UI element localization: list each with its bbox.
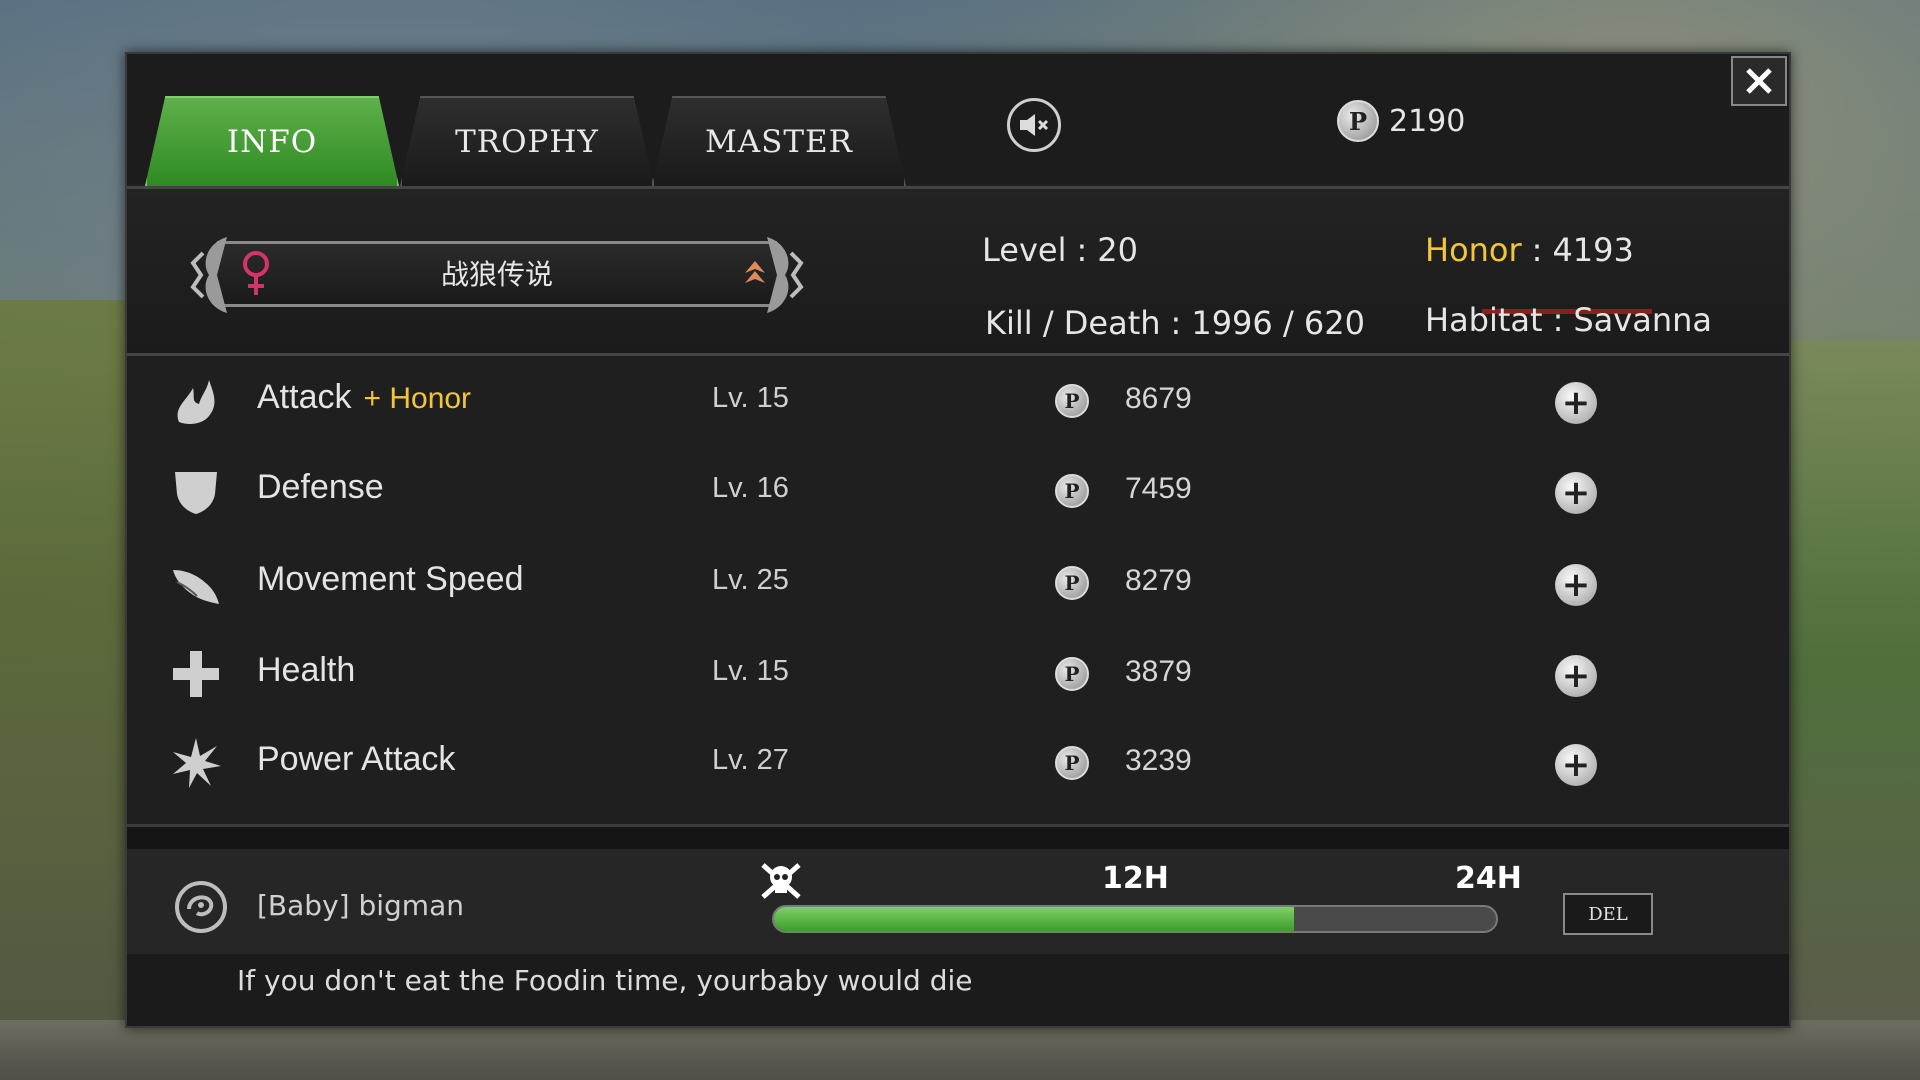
stat-name-text: Health: [257, 651, 356, 689]
name-plate: 战狼传说: [187, 233, 807, 317]
plus-icon: +: [1561, 565, 1591, 605]
p-coin-icon: P: [1055, 566, 1089, 600]
stat-cost: 8279: [1125, 564, 1192, 597]
honor-sep: :: [1531, 231, 1543, 269]
stat-name: Health: [257, 651, 367, 690]
honor-label: Honor: [1425, 231, 1522, 269]
baby-name-text: bigman: [358, 889, 464, 922]
points-value: 2190: [1389, 103, 1466, 139]
kd-label: Kill / Death: [985, 304, 1161, 342]
baby-section: [Baby] bigman 12H 24H DEL: [127, 849, 1789, 954]
honor-value: 4193: [1552, 231, 1634, 269]
p-coin-icon: P: [1337, 100, 1379, 142]
stat-cost: 3879: [1125, 655, 1192, 688]
stat-level: Lv. 15: [712, 655, 789, 687]
baby-icon: [175, 881, 227, 933]
delete-baby-button[interactable]: DEL: [1563, 893, 1653, 935]
player-name: 战狼传说: [440, 258, 553, 291]
stat-cost: 7459: [1125, 472, 1192, 505]
p-coin-icon: P: [1055, 474, 1089, 508]
stat-bonus: + Honor: [363, 382, 472, 415]
stat-row-attack: Attack + Honor Lv. 15 P 8679 +: [127, 356, 1789, 446]
stat-name-text: Movement Speed: [257, 560, 524, 598]
info-panel: INFO TROPHY MASTER P 2190 战狼传说 Level: 2…: [125, 52, 1791, 1028]
stat-level: Lv. 16: [712, 472, 789, 504]
rank-chevron-icon: [745, 261, 765, 283]
honor-stat: Honor:4193: [1425, 231, 1634, 269]
section-gap: [127, 827, 1789, 849]
profile-section: 战狼传说 Level:20 Honor:4193 Kill / Death:19…: [127, 186, 1789, 356]
stat-level: Lv. 27: [712, 744, 789, 776]
stat-row-movement-speed: Movement Speed Lv. 25 P 8279 +: [127, 538, 1789, 628]
habitat-label: Habitat: [1425, 301, 1543, 339]
kill-death-stat: Kill / Death:1996 / 620: [985, 304, 1365, 342]
close-button[interactable]: [1731, 56, 1787, 106]
level-sep: :: [1076, 231, 1088, 269]
plus-icon: +: [1561, 473, 1591, 513]
background-grass-left: [0, 300, 130, 1080]
plus-icon: +: [1561, 656, 1591, 696]
stat-name: Power Attack: [257, 740, 467, 779]
plus-icon: +: [1561, 745, 1591, 785]
hunger-warning-text: If you don't eat the Foodin time, yourba…: [237, 964, 973, 997]
p-coin-icon: P: [1055, 746, 1089, 780]
level-value: 20: [1097, 231, 1138, 269]
stat-cost: 8679: [1125, 382, 1192, 415]
shield-icon: [175, 472, 217, 514]
stat-name: Attack + Honor: [257, 378, 471, 417]
cross-icon: [173, 651, 219, 697]
timer-12h-label: 12H: [1102, 861, 1169, 896]
wing-icon: [173, 570, 219, 604]
stat-row-power-attack: Power Attack Lv. 27 P 3239 +: [127, 718, 1789, 808]
baby-name: [Baby] bigman: [257, 889, 464, 922]
claw-icon: [177, 380, 215, 424]
stat-cost: 3239: [1125, 744, 1192, 777]
upgrade-health-button[interactable]: +: [1555, 655, 1597, 697]
stat-name-text: Attack: [257, 378, 352, 416]
stat-level: Lv. 15: [712, 382, 789, 414]
hunger-progress-fill: [774, 907, 1294, 931]
stat-name-text: Power Attack: [257, 740, 456, 778]
background-grass-right: [1780, 340, 1920, 1080]
level-stat: Level:20: [982, 231, 1138, 269]
stat-name: Defense: [257, 468, 396, 507]
kd-sep: :: [1170, 304, 1182, 342]
upgrade-defense-button[interactable]: +: [1555, 472, 1597, 514]
baby-tag: [Baby]: [257, 889, 350, 922]
upgrade-movement-speed-button[interactable]: +: [1555, 564, 1597, 606]
p-coin-icon: P: [1055, 657, 1089, 691]
close-icon: [1746, 68, 1772, 94]
mute-button[interactable]: [1007, 98, 1061, 152]
kd-value: 1996 / 620: [1191, 304, 1365, 342]
upgrade-attack-button[interactable]: +: [1555, 382, 1597, 424]
timer-24h-label: 24H: [1455, 861, 1522, 896]
p-coin-icon: P: [1055, 384, 1089, 418]
background-ground: [0, 1020, 1920, 1080]
habitat-value: Savanna: [1573, 301, 1712, 339]
stat-name: Movement Speed: [257, 560, 536, 599]
tab-master[interactable]: MASTER: [652, 96, 906, 186]
skull-crossbones-icon: [761, 863, 801, 899]
speaker-mute-icon: [1020, 114, 1049, 136]
plus-icon: +: [1561, 383, 1591, 423]
habitat-sep: :: [1552, 301, 1564, 339]
tab-info[interactable]: INFO: [145, 96, 399, 186]
burst-icon: [173, 738, 221, 788]
stat-name-text: Defense: [257, 468, 384, 506]
upgrade-power-attack-button[interactable]: +: [1555, 744, 1597, 786]
hunger-progress-bar: [772, 905, 1498, 933]
habitat-stat: Habitat: Savanna: [1425, 301, 1712, 339]
stat-row-health: Health Lv. 15 P 3879 +: [127, 629, 1789, 719]
level-label: Level: [982, 231, 1067, 269]
stat-row-defense: Defense Lv. 16 P 7459 +: [127, 446, 1789, 536]
stat-level: Lv. 25: [712, 564, 789, 596]
points-display: P 2190: [1337, 100, 1465, 142]
tab-trophy[interactable]: TROPHY: [400, 96, 654, 186]
